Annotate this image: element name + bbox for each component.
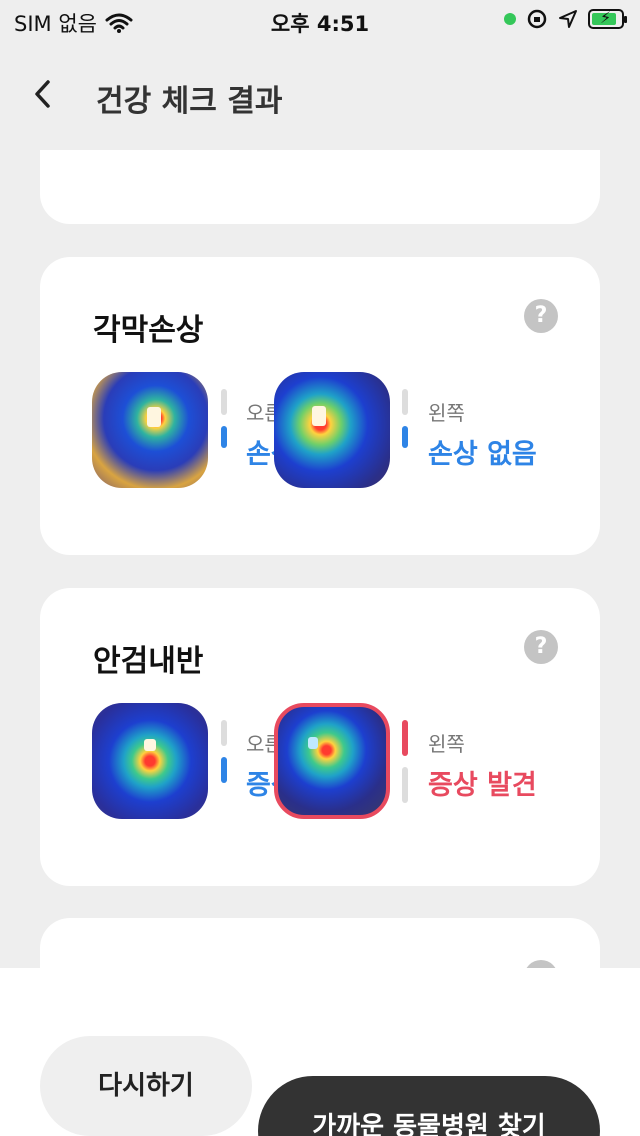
bottom-action-sheet: 다시하기 가까운 동물병원 찾기 bbox=[0, 968, 640, 1136]
result-card-previous bbox=[40, 150, 600, 224]
help-button[interactable]: ? bbox=[524, 630, 558, 664]
mic-indicator-icon bbox=[504, 13, 516, 25]
right-eye-level-bars bbox=[221, 389, 227, 459]
level-bar-low bbox=[402, 426, 408, 448]
status-bar: SIM 없음 오후 4:51 ⚡ bbox=[0, 0, 640, 40]
back-button[interactable] bbox=[30, 74, 70, 118]
left-eye-heatmap-image[interactable] bbox=[274, 372, 390, 488]
left-eye-result: 왼쪽 증상 발견 bbox=[428, 728, 537, 802]
left-eye-level-bars bbox=[402, 720, 408, 814]
page-title: 건강 체크 결과 bbox=[96, 84, 283, 119]
battery-icon: ⚡ bbox=[588, 8, 627, 29]
level-bar-low bbox=[402, 767, 408, 803]
navigation-bar: 건강 체크 결과 bbox=[0, 60, 640, 132]
find-hospital-button[interactable]: 가까운 동물병원 찾기 bbox=[258, 1076, 600, 1136]
level-bar-high bbox=[221, 389, 227, 415]
card-title: 안검내반 bbox=[93, 644, 204, 679]
result-card-corneal-damage: 각막손상 ? 오른쪽 손상 없음 왼쪽 손상 없음 bbox=[40, 257, 600, 555]
retry-button[interactable]: 다시하기 bbox=[40, 1036, 252, 1136]
chevron-left-icon bbox=[35, 80, 50, 108]
left-eye-label: 왼쪽 bbox=[428, 401, 465, 425]
level-bar-high bbox=[402, 389, 408, 415]
level-bar-low bbox=[221, 757, 227, 783]
help-button[interactable]: ? bbox=[524, 299, 558, 333]
status-indicators: ⚡ bbox=[504, 8, 627, 30]
right-eye-heatmap-image[interactable] bbox=[92, 703, 208, 819]
level-bar-high bbox=[221, 720, 227, 746]
left-eye-heatmap-image[interactable] bbox=[274, 703, 390, 819]
location-icon bbox=[559, 10, 577, 28]
left-eye-result: 왼쪽 손상 없음 bbox=[428, 397, 537, 471]
left-eye-value: 손상 없음 bbox=[428, 439, 537, 470]
left-eye-level-bars bbox=[402, 389, 408, 459]
result-card-entropion: 안검내반 ? 오른쪽 증상 없음 왼쪽 증상 발견 bbox=[40, 588, 600, 886]
left-eye-label: 왼쪽 bbox=[428, 732, 465, 756]
level-bar-low bbox=[221, 426, 227, 448]
right-eye-level-bars bbox=[221, 720, 227, 794]
rotation-lock-icon bbox=[527, 9, 547, 29]
left-eye-value: 증상 발견 bbox=[428, 770, 537, 801]
right-eye-heatmap-image[interactable] bbox=[92, 372, 208, 488]
card-title: 각막손상 bbox=[93, 313, 204, 348]
level-bar-high bbox=[402, 720, 408, 756]
